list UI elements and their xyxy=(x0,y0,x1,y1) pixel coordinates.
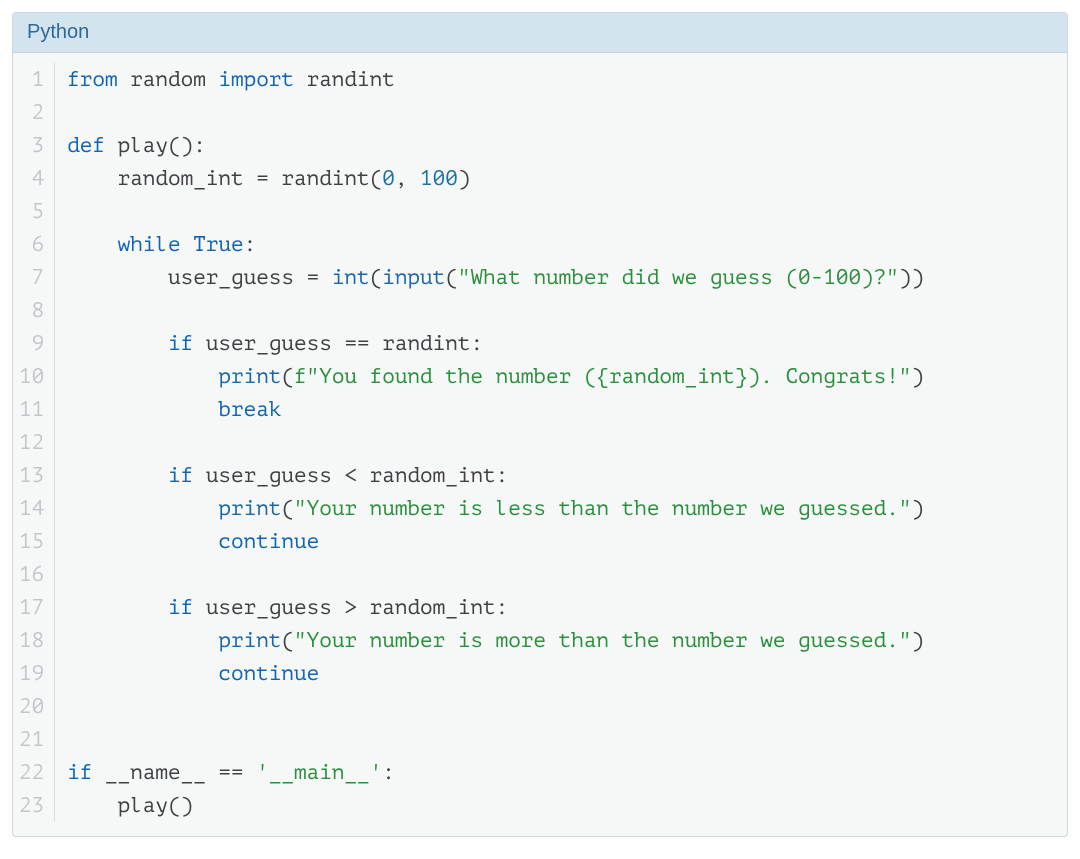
code-body: 1234567891011121314151617181920212223 fr… xyxy=(13,53,1067,836)
line-number: 4 xyxy=(19,162,44,195)
line-number: 18 xyxy=(19,624,44,657)
line-number: 10 xyxy=(19,360,44,393)
code-line xyxy=(67,195,1053,228)
line-number: 7 xyxy=(19,261,44,294)
code-line: random_int = randint(0, 100) xyxy=(67,162,1053,195)
line-number: 11 xyxy=(19,393,44,426)
code-line xyxy=(67,96,1053,129)
line-number: 12 xyxy=(19,426,44,459)
code-line: if user_guess == randint: xyxy=(67,327,1053,360)
line-number: 13 xyxy=(19,459,44,492)
line-number: 16 xyxy=(19,558,44,591)
code-line: def play(): xyxy=(67,129,1053,162)
line-number: 2 xyxy=(19,96,44,129)
code-line xyxy=(67,558,1053,591)
line-number: 1 xyxy=(19,63,44,96)
code-line: break xyxy=(67,393,1053,426)
code-language-header: Python xyxy=(13,13,1067,53)
line-number: 9 xyxy=(19,327,44,360)
code-line: user_guess = int(input("What number did … xyxy=(67,261,1053,294)
code-line: print(f"You found the number ({random_in… xyxy=(67,360,1053,393)
line-number: 5 xyxy=(19,195,44,228)
line-number: 22 xyxy=(19,756,44,789)
line-number: 17 xyxy=(19,591,44,624)
code-content[interactable]: from random import randint def play(): r… xyxy=(55,63,1067,822)
line-number: 14 xyxy=(19,492,44,525)
code-line xyxy=(67,690,1053,723)
line-number: 23 xyxy=(19,789,44,822)
line-number: 6 xyxy=(19,228,44,261)
code-language-label: Python xyxy=(27,21,89,43)
code-line xyxy=(67,426,1053,459)
code-line: play() xyxy=(67,789,1053,822)
code-line: continue xyxy=(67,657,1053,690)
code-line: while True: xyxy=(67,228,1053,261)
code-line xyxy=(67,294,1053,327)
code-block: Python 123456789101112131415161718192021… xyxy=(12,12,1068,837)
code-line: from random import randint xyxy=(67,63,1053,96)
line-number: 20 xyxy=(19,690,44,723)
line-number: 8 xyxy=(19,294,44,327)
line-number-gutter: 1234567891011121314151617181920212223 xyxy=(13,63,55,822)
code-line: if user_guess > random_int: xyxy=(67,591,1053,624)
line-number: 21 xyxy=(19,723,44,756)
code-line: continue xyxy=(67,525,1053,558)
code-line: print("Your number is more than the numb… xyxy=(67,624,1053,657)
line-number: 15 xyxy=(19,525,44,558)
code-line xyxy=(67,723,1053,756)
line-number: 3 xyxy=(19,129,44,162)
code-line: print("Your number is less than the numb… xyxy=(67,492,1053,525)
line-number: 19 xyxy=(19,657,44,690)
code-line: if user_guess < random_int: xyxy=(67,459,1053,492)
code-line: if __name__ == '__main__': xyxy=(67,756,1053,789)
